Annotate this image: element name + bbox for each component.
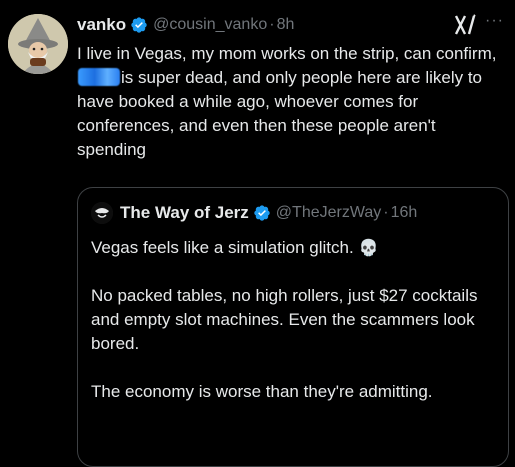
- quote-separator-dot: ·: [383, 204, 389, 221]
- timestamp[interactable]: 8h: [277, 16, 295, 34]
- quote-paragraph-3: The economy is worse than they're admitt…: [91, 382, 433, 401]
- redacted-mention: [78, 68, 120, 86]
- quote-avatar[interactable]: [91, 202, 113, 224]
- quote-header: The Way of Jerz @TheJerzWay · 16h: [91, 202, 417, 224]
- quote-text: Vegas feels like a simulation glitch. 💀 …: [91, 236, 491, 428]
- author-name[interactable]: vanko: [77, 15, 126, 35]
- quoted-tweet-card[interactable]: The Way of Jerz @TheJerzWay · 16h Vegas …: [77, 187, 509, 467]
- wizard-avatar-icon: [8, 14, 68, 74]
- more-options-icon[interactable]: ···: [485, 13, 503, 33]
- grok-icon[interactable]: [453, 13, 479, 37]
- quote-paragraph-2: No packed tables, no high rollers, just …: [91, 286, 478, 353]
- tweet-header: vanko @cousin_vanko · 8h ···: [77, 13, 503, 37]
- tweet-text: I live in Vegas, my mom works on the str…: [77, 42, 507, 162]
- separator-dot: ·: [269, 16, 275, 33]
- quote-verified-badge-icon: [253, 204, 271, 222]
- quote-author-handle[interactable]: @TheJerzWay: [276, 204, 381, 222]
- skull-emoji-icon: 💀: [358, 238, 379, 257]
- quote-author-name[interactable]: The Way of Jerz: [120, 203, 249, 223]
- author-handle[interactable]: @cousin_vanko: [153, 16, 267, 34]
- quote-paragraph-1: Vegas feels like a simulation glitch.: [91, 238, 354, 257]
- tweet[interactable]: vanko @cousin_vanko · 8h ··· I live in V…: [0, 0, 515, 467]
- quote-timestamp[interactable]: 16h: [391, 204, 418, 222]
- verified-badge-icon: [130, 16, 148, 34]
- tweet-text-part-2: is super dead, and only people here are …: [77, 68, 483, 159]
- avatar[interactable]: [8, 14, 68, 74]
- tweet-text-part-1: I live in Vegas, my mom works on the str…: [77, 44, 497, 63]
